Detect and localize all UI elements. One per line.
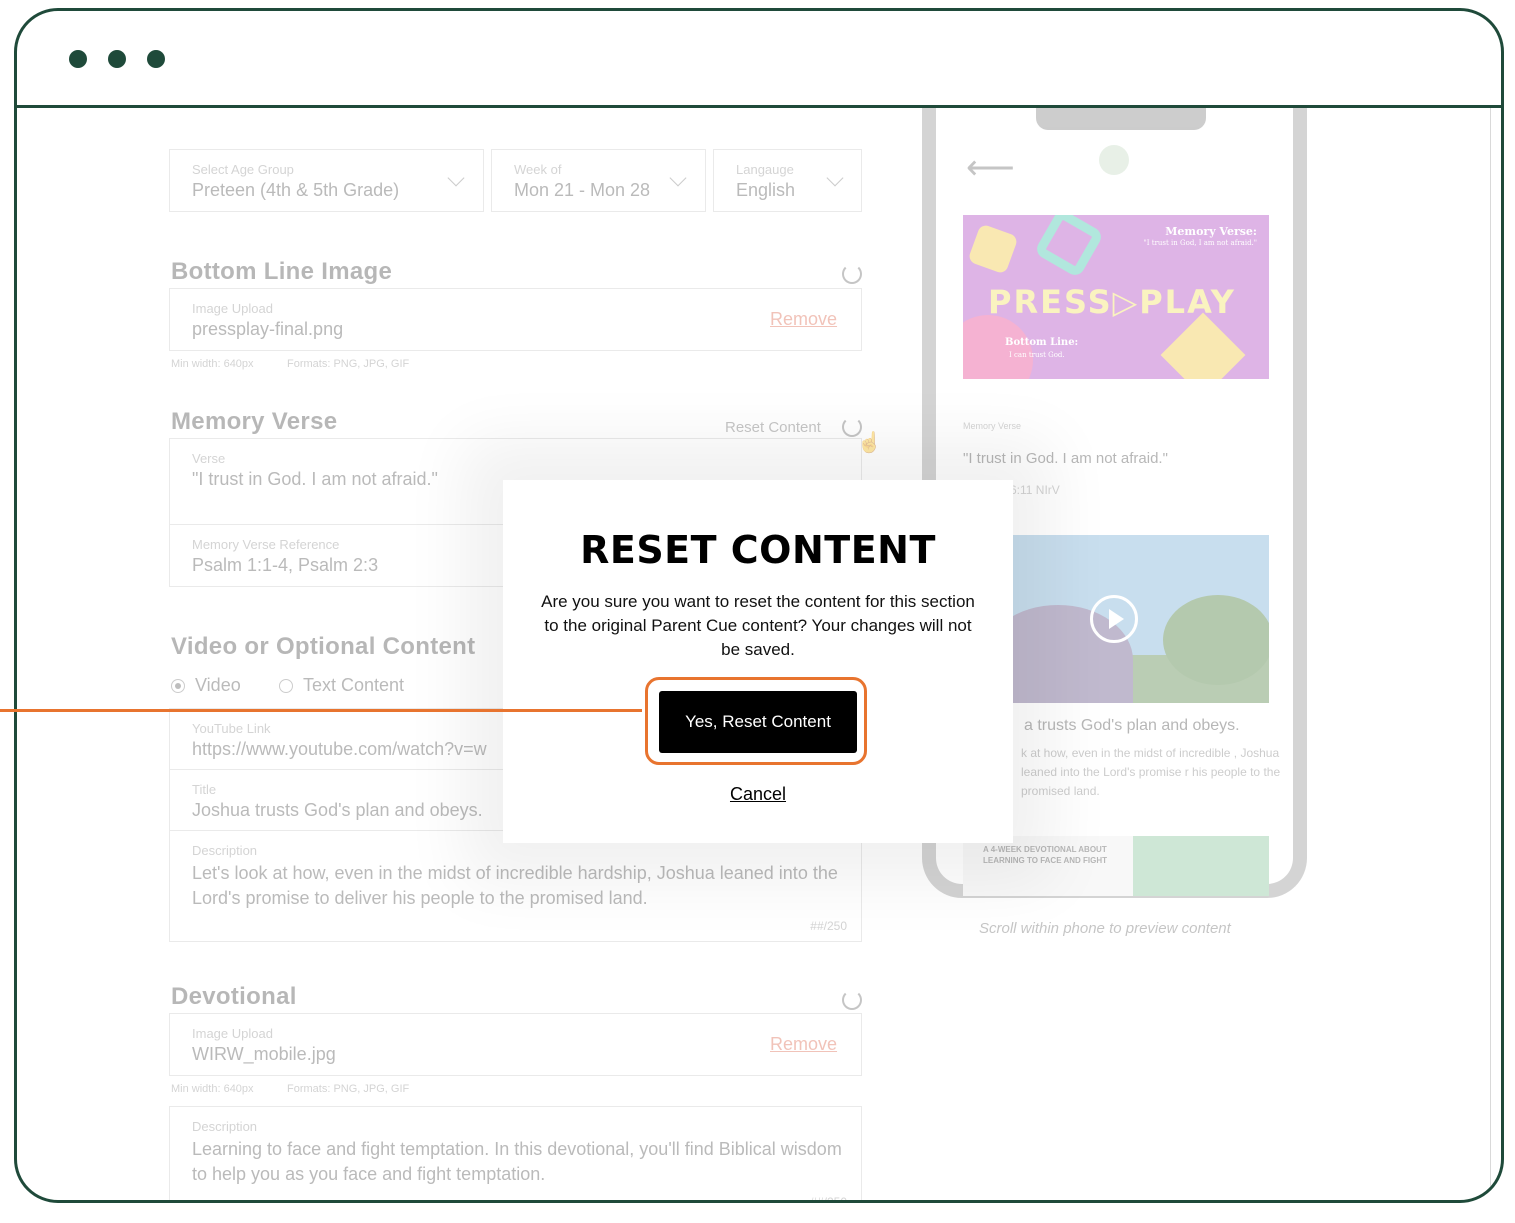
chevron-down-icon [447, 169, 465, 187]
reset-content-link[interactable]: Reset Content [725, 419, 821, 436]
page-content: Select Age Group Preteen (4th & 5th Grad… [17, 108, 1501, 1200]
language-label: Langauge [736, 162, 794, 177]
press-play-banner: Memory Verse: "I trust in God, I am not … [963, 215, 1269, 379]
video-radio-label: Video [195, 675, 241, 695]
press-play-logo: PRESS▷PLAY [988, 283, 1236, 321]
verse-label: Verse [192, 451, 226, 466]
phone-verse: "I trust in God. I am not afraid." [963, 450, 1168, 467]
description-label: Description [192, 1119, 258, 1134]
youtube-value: https://www.youtube.com/watch?v=w [192, 739, 487, 759]
modal-body: Are you sure you want to reset the conte… [541, 592, 975, 659]
cancel-link[interactable]: Cancel [503, 784, 1013, 805]
chevron-down-icon [826, 169, 844, 187]
reset-icon[interactable] [842, 264, 862, 284]
verse-value: "I trust in God. I am not afraid." [192, 469, 438, 489]
week-label: Week of [514, 162, 562, 177]
back-arrow-icon[interactable]: ⟵ [966, 148, 1015, 188]
char-counter: ##/250 [810, 919, 847, 933]
shape-decoration [1033, 215, 1105, 279]
description-value: Learning to face and fight temptation. I… [192, 1139, 842, 1184]
video-radio[interactable] [171, 679, 185, 693]
reference-label: Memory Verse Reference [192, 537, 340, 552]
callout-line [0, 709, 642, 712]
min-width-hint: Min width: 640px [171, 1083, 254, 1095]
phone-memory-verse-label: Memory Verse [963, 421, 1022, 431]
devotional-card-text: A 4-WEEK DEVOTIONAL ABOUT LEARNING TO FA… [983, 845, 1107, 865]
formats-hint: Formats: PNG, JPG, GIF [287, 358, 410, 370]
text-content-radio-label: Text Content [303, 675, 405, 695]
devotional-description-field[interactable]: Description Learning to face and fight t… [169, 1106, 862, 1203]
devotional-heading: Devotional [171, 983, 297, 1010]
banner-memory-verse-title: Memory Verse: [1165, 225, 1257, 238]
upload-label: Image Upload [192, 301, 273, 316]
title-label: Title [192, 782, 217, 797]
scene-bush [1163, 595, 1269, 685]
window-dot-icon [108, 50, 126, 68]
description-value: Let's look at how, even in the midst of … [192, 863, 838, 908]
phone-notch [1036, 108, 1206, 130]
shape-decoration [1160, 312, 1246, 379]
phone-verse-ref: 6:11 NIrV [1010, 483, 1060, 497]
text-content-radio[interactable] [279, 679, 293, 693]
confirm-reset-button[interactable]: Yes, Reset Content [659, 691, 857, 753]
banner-memory-verse-text: "I trust in God, I am not afraid." [1143, 239, 1257, 247]
browser-window: Select Age Group Preteen (4th & 5th Grad… [14, 8, 1504, 1203]
title-value: Joshua trusts God's plan and obeys. [192, 800, 483, 820]
description-label: Description [192, 843, 258, 858]
phone-preview-caption: Scroll within phone to preview content [979, 920, 1231, 937]
phone-video-description: k at how, even in the midst of incredibl… [1021, 746, 1281, 798]
video-section-heading: Video or Optional Content [171, 633, 476, 660]
devotional-card[interactable]: A 4-WEEK DEVOTIONAL ABOUT LEARNING TO FA… [963, 836, 1269, 896]
char-counter: ##/250 [810, 1195, 847, 1203]
upload-filename: WIRW_mobile.jpg [192, 1044, 336, 1064]
banner-bottom-line-text: I can trust God. [1009, 351, 1065, 359]
week-value: Mon 21 - Mon 28 [514, 180, 651, 200]
leaf-logo-icon [1099, 145, 1129, 175]
age-group-label: Select Age Group [192, 162, 294, 177]
age-group-value: Preteen (4th & 5th Grade) [192, 180, 400, 200]
age-group-select[interactable]: Select Age Group Preteen (4th & 5th Grad… [169, 149, 484, 212]
formats-hint: Formats: PNG, JPG, GIF [287, 1083, 410, 1095]
upload-label: Image Upload [192, 1026, 273, 1041]
window-titlebar [17, 11, 1501, 108]
language-value: English [736, 180, 796, 200]
shape-decoration [967, 223, 1019, 275]
reset-icon[interactable] [842, 990, 862, 1010]
bottom-line-heading: Bottom Line Image [171, 258, 393, 285]
devotional-card-image [1133, 836, 1269, 896]
language-select[interactable]: Langauge English [713, 149, 862, 212]
video-description-field[interactable]: Description Let's look at how, even in t… [169, 830, 862, 942]
reference-value: Psalm 1:1-4, Psalm 2:3 [192, 555, 379, 575]
min-width-hint: Min width: 640px [171, 358, 254, 370]
phone-video-title: a trusts God's plan and obeys. [1024, 717, 1240, 734]
modal-title: RESET CONTENT [580, 528, 936, 572]
memory-verse-heading: Memory Verse [171, 408, 338, 435]
chevron-down-icon [669, 169, 687, 187]
window-dot-icon [69, 50, 87, 68]
bottom-line-upload[interactable]: Image Upload pressplay-final.png Remove [169, 288, 862, 351]
play-icon[interactable] [1090, 595, 1138, 643]
week-select[interactable]: Week of Mon 21 - Mon 28 [491, 149, 706, 212]
reset-content-modal: RESET CONTENT Are you sure you want to r… [503, 480, 1013, 843]
youtube-label: YouTube Link [192, 721, 271, 736]
devotional-upload[interactable]: Image Upload WIRW_mobile.jpg Remove [169, 1013, 862, 1076]
window-dot-icon [147, 50, 165, 68]
upload-filename: pressplay-final.png [192, 319, 344, 339]
remove-link[interactable]: Remove [770, 309, 837, 330]
remove-link[interactable]: Remove [770, 1034, 837, 1055]
banner-bottom-line-title: Bottom Line: [1005, 337, 1079, 348]
